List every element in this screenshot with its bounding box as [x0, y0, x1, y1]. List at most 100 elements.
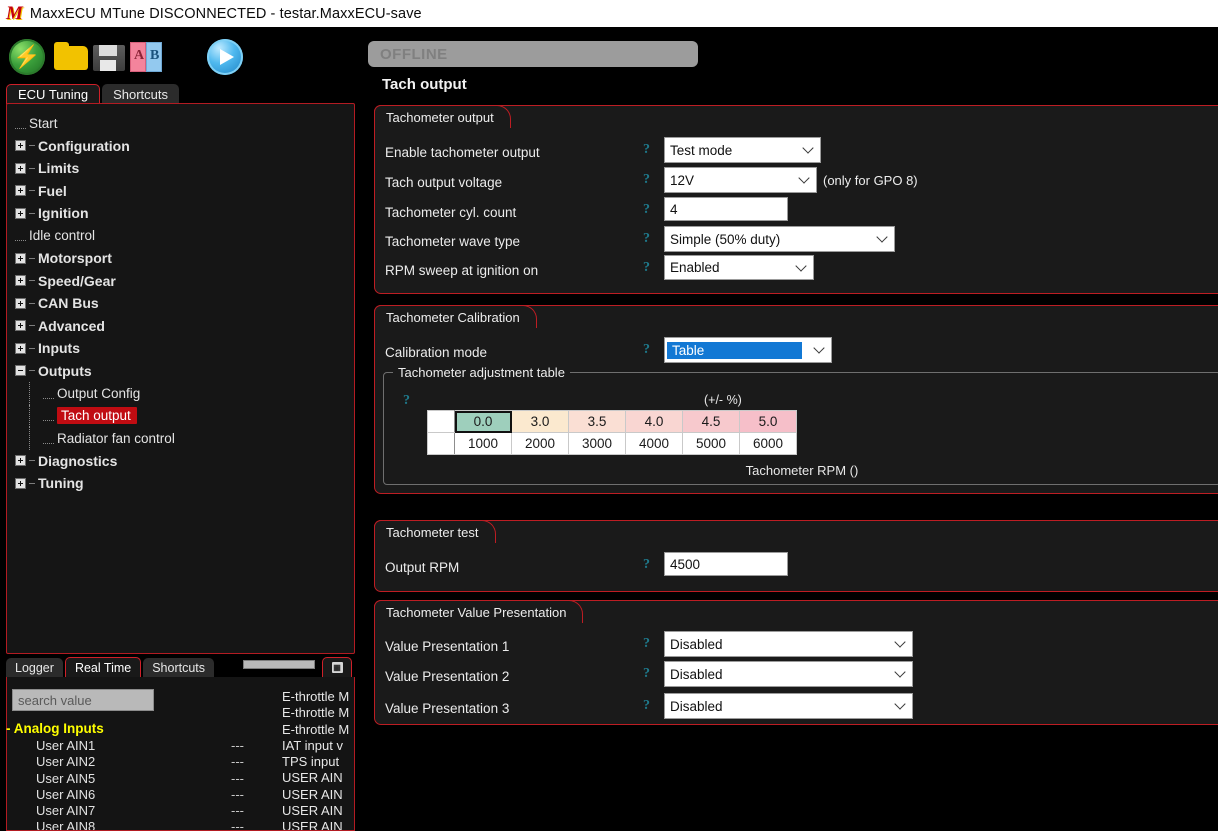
sidebar-item-label: Limits: [38, 160, 80, 177]
title-bar: M MaxxECU MTune DISCONNECTED - testar.Ma…: [0, 0, 1218, 27]
expand-icon[interactable]: [15, 140, 26, 152]
value-presentation-2-help-icon[interactable]: ?: [643, 666, 650, 682]
save-file-icon[interactable]: [91, 39, 127, 75]
tachometer-value-presentation-section: Tachometer Value Presentation Value Pres…: [374, 600, 1218, 725]
sidebar-item-limits[interactable]: Limits: [7, 157, 354, 180]
sidebar-item-tach-output[interactable]: Tach output: [7, 404, 354, 427]
sidebar-item-radiator-fan-control[interactable]: Radiator fan control: [7, 427, 354, 450]
tachometer-adjustment-table[interactable]: 0.0 3.0 3.5 4.0 4.5 5.0 1000 2000 3000 4000 5000 6…: [427, 410, 797, 455]
output-rpm-help-icon[interactable]: ?: [643, 557, 650, 573]
value-presentation-3-select[interactable]: Disabled: [664, 693, 913, 719]
table-cell-value[interactable]: 0.0: [454, 410, 512, 433]
bottom-tab-textbox[interactable]: [243, 660, 315, 669]
bottom-tab-shortcuts[interactable]: Shortcuts: [143, 658, 215, 677]
tree-connector-dash: [29, 190, 35, 192]
sidebar-item-speed-gear[interactable]: Speed/Gear: [7, 270, 354, 293]
calibration-mode-help-icon[interactable]: ?: [643, 342, 650, 358]
tachometer-adjustment-table-legend: Tachometer adjustment table: [393, 365, 570, 380]
enable-tachometer-output-help-icon[interactable]: ?: [643, 142, 650, 158]
tachometer-adjustment-table-help-icon[interactable]: ?: [403, 393, 410, 409]
expand-icon[interactable]: [15, 455, 26, 467]
expand-icon[interactable]: [15, 162, 26, 174]
expand-icon[interactable]: [15, 207, 26, 219]
value-presentation-1-select[interactable]: Disabled: [664, 631, 913, 657]
expand-icon[interactable]: [15, 320, 26, 332]
list-item-right[interactable]: USER AIN: [282, 803, 349, 819]
value-presentation-1-help-icon[interactable]: ?: [643, 636, 650, 652]
enable-tachometer-output-value: Test mode: [670, 142, 733, 158]
sidebar-item-can-bus[interactable]: CAN Bus: [7, 292, 354, 315]
list-item-right[interactable]: USER AIN: [282, 770, 349, 786]
tab-shortcuts[interactable]: Shortcuts: [102, 84, 180, 104]
value-presentation-2-select[interactable]: Disabled: [664, 661, 913, 687]
tachometer-cyl-count-value: 4: [670, 201, 678, 217]
value-presentation-3-help-icon[interactable]: ?: [643, 698, 650, 714]
list-item-value: ---: [231, 754, 244, 770]
compare-ab-icon[interactable]: A B: [128, 39, 164, 75]
expand-icon[interactable]: [15, 185, 26, 197]
tab-ecu-tuning[interactable]: ECU Tuning: [6, 84, 101, 104]
calibration-mode-label: Calibration mode: [385, 344, 488, 360]
table-cell-axis[interactable]: 3000: [568, 432, 626, 455]
sidebar-item-output-config[interactable]: Output Config: [7, 382, 354, 405]
tachometer-cyl-count-help-icon[interactable]: ?: [643, 202, 650, 218]
navigation-tree[interactable]: Start Configuration Limits Fuel Ignition Idle…: [6, 103, 355, 654]
output-rpm-input[interactable]: 4500: [664, 552, 788, 576]
tach-output-voltage-help-icon[interactable]: ?: [643, 172, 650, 188]
list-item-right[interactable]: USER AIN: [282, 819, 349, 830]
list-item-right[interactable]: E-throttle M: [282, 689, 349, 705]
search-input[interactable]: search value: [12, 689, 154, 711]
table-cell-axis[interactable]: 2000: [511, 432, 569, 455]
sidebar-item-fuel[interactable]: Fuel: [7, 180, 354, 203]
expand-icon[interactable]: [15, 477, 26, 489]
tachometer-wave-type-select[interactable]: Simple (50% duty): [664, 226, 895, 252]
expand-icon[interactable]: [15, 342, 26, 354]
collapse-icon[interactable]: [15, 365, 26, 377]
flash-ecu-icon[interactable]: [9, 39, 45, 75]
tree-connector-dash: [29, 325, 35, 327]
bottom-extra-tab[interactable]: ▦: [322, 657, 352, 677]
page-title: Tach output: [382, 76, 467, 93]
table-cell-value[interactable]: 4.0: [625, 410, 683, 433]
table-row: 0.0 3.0 3.5 4.0 4.5 5.0: [427, 410, 797, 433]
tree-connector-dots: [43, 410, 54, 422]
table-cell-value[interactable]: 5.0: [739, 410, 797, 433]
start-log-icon[interactable]: [207, 39, 243, 75]
sidebar-item-configuration[interactable]: Configuration: [7, 135, 354, 158]
tachometer-wave-type-help-icon[interactable]: ?: [643, 231, 650, 247]
open-file-icon[interactable]: [53, 39, 89, 75]
sidebar-item-start[interactable]: Start: [7, 112, 354, 135]
calibration-mode-value: Table: [667, 341, 802, 359]
bottom-tab-real-time[interactable]: Real Time: [64, 657, 142, 677]
table-cell-value[interactable]: 3.5: [568, 410, 626, 433]
table-cell-axis[interactable]: 4000: [625, 432, 683, 455]
calibration-mode-select[interactable]: Table: [664, 337, 832, 363]
sidebar-item-advanced[interactable]: Advanced: [7, 315, 354, 338]
expand-icon[interactable]: [15, 252, 26, 264]
sidebar-item-inputs[interactable]: Inputs: [7, 337, 354, 360]
table-cell-axis[interactable]: 6000: [739, 432, 797, 455]
tachometer-cyl-count-input[interactable]: 4: [664, 197, 788, 221]
sidebar-item-tuning[interactable]: Tuning: [7, 472, 354, 495]
rpm-sweep-select[interactable]: Enabled: [664, 255, 814, 280]
enable-tachometer-output-select[interactable]: Test mode: [664, 137, 821, 163]
list-item-right[interactable]: TPS input: [282, 754, 349, 770]
sidebar-item-motorsport[interactable]: Motorsport: [7, 247, 354, 270]
sidebar-item-outputs[interactable]: Outputs: [7, 360, 354, 383]
expand-icon[interactable]: [15, 275, 26, 287]
table-cell-value[interactable]: 3.0: [511, 410, 569, 433]
table-cell-axis[interactable]: 1000: [454, 432, 512, 455]
sidebar-item-idle-control[interactable]: Idle control: [7, 225, 354, 248]
tach-output-voltage-select[interactable]: 12V: [664, 167, 817, 193]
list-item-right[interactable]: E-throttle M: [282, 705, 349, 721]
sidebar-item-diagnostics[interactable]: Diagnostics: [7, 450, 354, 473]
list-item-right[interactable]: USER AIN: [282, 787, 349, 803]
table-cell-axis[interactable]: 5000: [682, 432, 740, 455]
rpm-sweep-help-icon[interactable]: ?: [643, 260, 650, 276]
sidebar-item-ignition[interactable]: Ignition: [7, 202, 354, 225]
bottom-tab-logger[interactable]: Logger: [6, 658, 63, 677]
list-item-right[interactable]: IAT input v: [282, 738, 349, 754]
table-cell-value[interactable]: 4.5: [682, 410, 740, 433]
expand-icon[interactable]: [15, 297, 26, 309]
list-item-right[interactable]: E-throttle M: [282, 722, 349, 738]
